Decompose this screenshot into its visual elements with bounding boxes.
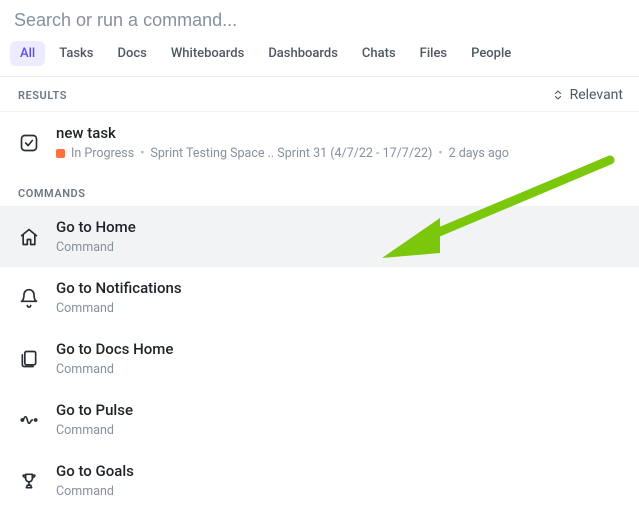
command-title: Go to Pulse [56, 401, 133, 419]
tab-tasks[interactable]: Tasks [49, 41, 103, 66]
tab-docs[interactable]: Docs [108, 41, 157, 66]
command-go-to-goals[interactable]: Go to Goals Command [0, 450, 639, 511]
result-item[interactable]: new task In Progress • Sprint Testing Sp… [0, 112, 639, 173]
home-icon [18, 226, 40, 248]
pulse-icon [18, 409, 40, 431]
search-input[interactable] [14, 10, 625, 31]
task-checkbox-icon [18, 132, 40, 154]
tab-chats[interactable]: Chats [352, 41, 406, 66]
bell-icon [18, 287, 40, 309]
command-go-to-home[interactable]: Go to Home Command [0, 206, 639, 267]
results-header: Results [18, 89, 67, 102]
status-label: In Progress [71, 146, 134, 161]
tab-whiteboards[interactable]: Whiteboards [161, 41, 254, 66]
command-title: Go to Notifications [56, 279, 182, 297]
tab-dashboards[interactable]: Dashboards [258, 41, 348, 66]
status-dot [56, 149, 65, 158]
docs-icon [18, 348, 40, 370]
result-time: 2 days ago [449, 146, 509, 161]
command-subtitle: Command [56, 301, 182, 316]
command-subtitle: Command [56, 484, 134, 499]
command-title: Go to Goals [56, 462, 134, 480]
command-go-to-docs-home[interactable]: Go to Docs Home Command [0, 328, 639, 389]
command-subtitle: Command [56, 240, 136, 255]
tab-all[interactable]: All [10, 41, 45, 66]
tab-people[interactable]: People [461, 41, 521, 66]
tab-files[interactable]: Files [410, 41, 457, 66]
result-breadcrumb: Sprint Testing Space .. Sprint 31 (4/7/2… [150, 146, 432, 161]
trophy-icon [18, 470, 40, 492]
separator-dot: • [140, 146, 144, 161]
command-title: Go to Home [56, 218, 136, 236]
command-subtitle: Command [56, 423, 133, 438]
command-go-to-notifications[interactable]: Go to Notifications Command [0, 267, 639, 328]
sort-icon [552, 89, 564, 101]
commands-header: Commands [0, 173, 639, 206]
separator-dot: • [438, 146, 442, 161]
result-title: new task [56, 124, 509, 142]
sort-relevant-button[interactable]: Relevant [552, 87, 623, 103]
sort-label: Relevant [570, 87, 623, 103]
command-title: Go to Docs Home [56, 340, 173, 358]
command-go-to-pulse[interactable]: Go to Pulse Command [0, 389, 639, 450]
filter-tab-bar: All Tasks Docs Whiteboards Dashboards Ch… [0, 31, 639, 77]
command-subtitle: Command [56, 362, 173, 377]
